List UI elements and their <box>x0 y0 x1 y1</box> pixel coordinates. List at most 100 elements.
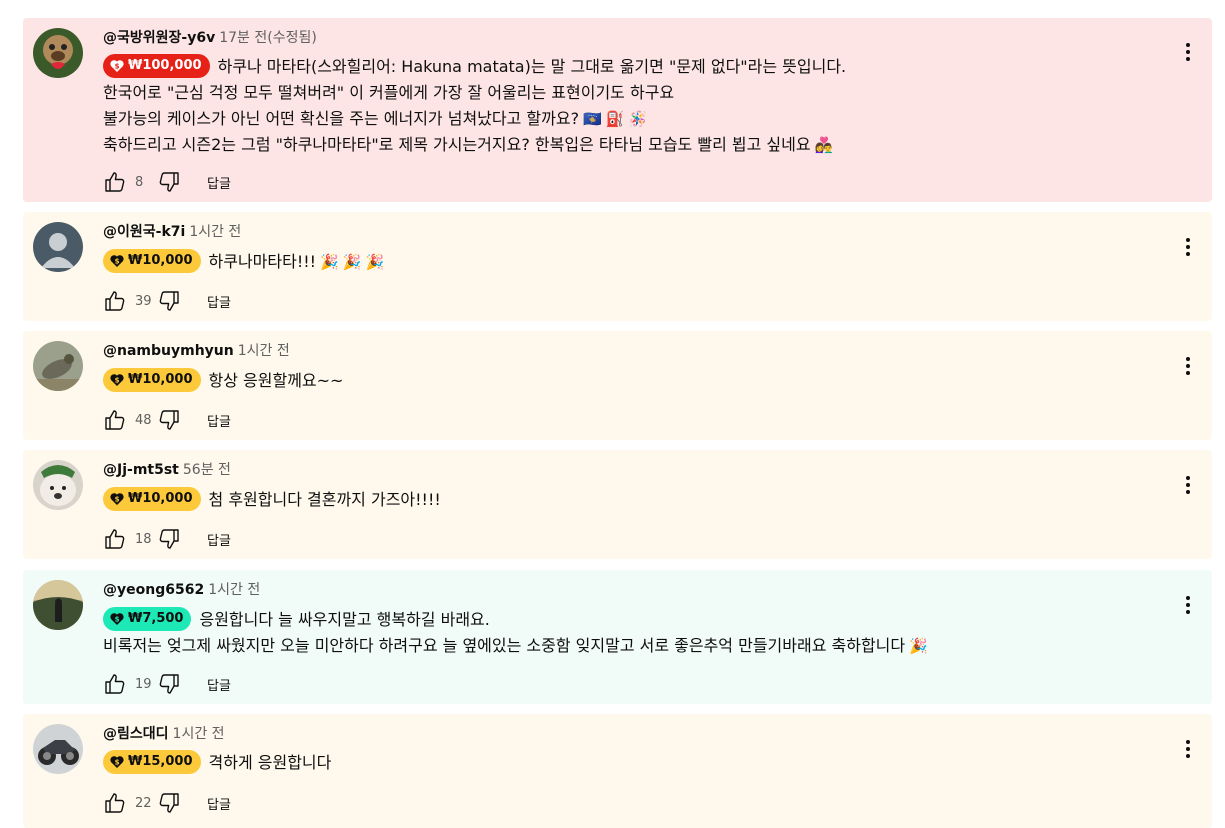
comment-header: @Jj-mt5st 56분 전 <box>103 461 231 479</box>
comment-card: @yeong6562 1시간 전 $ ₩7,500 응원합니다 늘 싸우지말고 행복하… <box>23 570 1212 704</box>
more-vert-icon[interactable] <box>1176 235 1200 259</box>
author-name[interactable]: @림스대디 <box>103 726 169 742</box>
heart-money-icon: $ <box>110 59 124 72</box>
comment-text-line: 응원합니다 늘 싸우지말고 행복하길 바래요. <box>199 610 490 629</box>
comment-card: @nambuymhyun 1시간 전 $ ₩10,000 항상 응원할께요~~ 48 … <box>23 331 1212 440</box>
comment-body: $ ₩10,000 항상 응원할께요~~ <box>103 367 1152 394</box>
super-thanks-amount: ₩10,000 <box>128 490 193 506</box>
timestamp[interactable]: 1시간 전 <box>189 224 241 240</box>
svg-text:$: $ <box>115 495 120 503</box>
reply-button[interactable]: 답글 <box>207 292 231 311</box>
comment-text-line: 첨 후원합니다 결혼까지 가즈아!!!! <box>208 490 441 509</box>
like-count: 39 <box>135 293 152 309</box>
svg-text:$: $ <box>115 758 120 766</box>
comment-card: @Jj-mt5st 56분 전 $ ₩10,000 첨 후원합니다 결혼까지 가즈아!… <box>23 450 1212 559</box>
timestamp[interactable]: 17분 전(수정됨) <box>219 30 317 46</box>
fuel-pump-emoji: ⛽ <box>605 110 625 128</box>
comment-actions: 39 답글 <box>103 289 231 313</box>
avatar[interactable] <box>33 580 83 630</box>
super-thanks-badge: $ ₩10,000 <box>103 367 201 392</box>
thumbs-up-icon[interactable] <box>103 672 127 696</box>
comment-actions: 18 답글 <box>103 527 231 551</box>
timestamp[interactable]: 1시간 전 <box>208 582 260 598</box>
flag-emoji: 🇽🇰 <box>583 110 602 128</box>
heart-money-icon: $ <box>110 612 124 625</box>
more-vert-icon[interactable] <box>1176 593 1200 617</box>
thumbs-up-icon[interactable] <box>103 527 127 551</box>
reply-button[interactable]: 답글 <box>207 794 231 813</box>
super-thanks-amount: ₩10,000 <box>128 371 193 387</box>
comment-header: @림스대디 1시간 전 <box>103 725 225 743</box>
comment-body: $ ₩7,500 응원합니다 늘 싸우지말고 행복하길 바래요. 비록저는 엊그제 … <box>103 606 1152 659</box>
party-popper-emoji: 🎉 <box>365 253 385 271</box>
author-name[interactable]: @nambuymhyun <box>103 343 234 359</box>
thumbs-down-icon[interactable] <box>157 289 181 313</box>
comment-text-line: 하쿠나마타타!!! <box>208 252 317 271</box>
thumbs-down-icon[interactable] <box>157 408 181 432</box>
svg-text:$: $ <box>115 257 120 265</box>
thumbs-up-icon[interactable] <box>103 791 127 815</box>
like-count: 18 <box>135 531 152 547</box>
super-thanks-badge: $ ₩10,000 <box>103 486 201 511</box>
comment-text-line: 항상 응원할께요~~ <box>208 371 344 390</box>
timestamp[interactable]: 1시간 전 <box>238 343 290 359</box>
party-popper-emoji: 🎉 <box>320 253 339 271</box>
comment-actions: 48 답글 <box>103 408 231 432</box>
heart-money-icon: $ <box>110 373 124 386</box>
thumbs-down-icon[interactable] <box>157 672 181 696</box>
comment-text-line: 격하게 응원합니다 <box>208 753 332 772</box>
timestamp[interactable]: 1시간 전 <box>173 726 225 742</box>
super-thanks-amount: ₩15,000 <box>128 753 193 769</box>
comment-text-line: 불가능의 케이스가 아닌 어떤 확신을 주는 에너지가 넘쳐났다고 할까요? <box>103 109 580 128</box>
comment-card: @국방위원장-y6v 17분 전(수정됨) $ ₩100,000 하쿠나 마타타(스와… <box>23 18 1212 202</box>
avatar[interactable] <box>33 222 83 272</box>
avatar[interactable] <box>33 724 83 774</box>
like-count: 8 <box>135 174 144 190</box>
comment-header: @이원국-k7i 1시간 전 <box>103 223 241 241</box>
couple-emoji: 👩‍❤️‍👨 <box>814 136 834 154</box>
author-name[interactable]: @Jj-mt5st <box>103 462 179 478</box>
thumbs-down-icon[interactable] <box>157 527 181 551</box>
heart-money-icon: $ <box>110 254 124 267</box>
thumbs-up-icon[interactable] <box>103 170 127 194</box>
comment-text-line: 축하드리고 시즌2는 그럼 "하쿠나마타타"로 제목 가시는거지요? 한복입은 … <box>103 135 811 154</box>
super-thanks-badge: $ ₩7,500 <box>103 606 192 631</box>
avatar[interactable] <box>33 28 83 78</box>
like-count: 48 <box>135 412 152 428</box>
author-name[interactable]: @yeong6562 <box>103 582 204 598</box>
more-vert-icon[interactable] <box>1176 473 1200 497</box>
heart-money-icon: $ <box>110 492 124 505</box>
comment-header: @nambuymhyun 1시간 전 <box>103 342 290 360</box>
thumbs-up-icon[interactable] <box>103 289 127 313</box>
avatar[interactable] <box>33 460 83 510</box>
super-thanks-amount: ₩100,000 <box>128 57 202 73</box>
more-vert-icon[interactable] <box>1176 737 1200 761</box>
pinata-emoji: 🪅 <box>628 110 648 128</box>
thumbs-down-icon[interactable] <box>157 791 181 815</box>
reply-button[interactable]: 답글 <box>207 675 231 694</box>
comment-header: @yeong6562 1시간 전 <box>103 581 260 599</box>
author-name[interactable]: @이원국-k7i <box>103 224 185 240</box>
comment-body: $ ₩10,000 첨 후원합니다 결혼까지 가즈아!!!! <box>103 486 1152 513</box>
comment-text-line: 한국어로 "근심 걱정 모두 떨쳐버려" 이 커플에게 가장 잘 어울리는 표현… <box>103 83 675 102</box>
more-vert-icon[interactable] <box>1176 354 1200 378</box>
super-thanks-amount: ₩10,000 <box>128 252 193 268</box>
comment-header: @국방위원장-y6v 17분 전(수정됨) <box>103 29 317 47</box>
comment-card: @이원국-k7i 1시간 전 $ ₩10,000 하쿠나마타타!!! 🎉 🎉 🎉 39 답글 <box>23 212 1212 321</box>
super-thanks-badge: $ ₩100,000 <box>103 53 210 78</box>
comment-actions: 22 답글 <box>103 791 231 815</box>
reply-button[interactable]: 답글 <box>207 411 231 430</box>
comment-text-line: 하쿠나 마타타(스와힐리어: Hakuna matata)는 말 그대로 옮기면… <box>217 57 847 76</box>
thumbs-down-icon[interactable] <box>157 170 181 194</box>
comment-body: $ ₩15,000 격하게 응원합니다 <box>103 749 1152 776</box>
super-thanks-amount: ₩7,500 <box>128 610 184 626</box>
avatar[interactable] <box>33 341 83 391</box>
timestamp[interactable]: 56분 전 <box>183 462 231 478</box>
comment-body: $ ₩10,000 하쿠나마타타!!! 🎉 🎉 🎉 <box>103 248 1152 275</box>
thumbs-up-icon[interactable] <box>103 408 127 432</box>
author-name[interactable]: @국방위원장-y6v <box>103 30 215 46</box>
reply-button[interactable]: 답글 <box>207 530 231 549</box>
heart-money-icon: $ <box>110 755 124 768</box>
more-vert-icon[interactable] <box>1176 40 1200 64</box>
reply-button[interactable]: 답글 <box>207 173 231 192</box>
